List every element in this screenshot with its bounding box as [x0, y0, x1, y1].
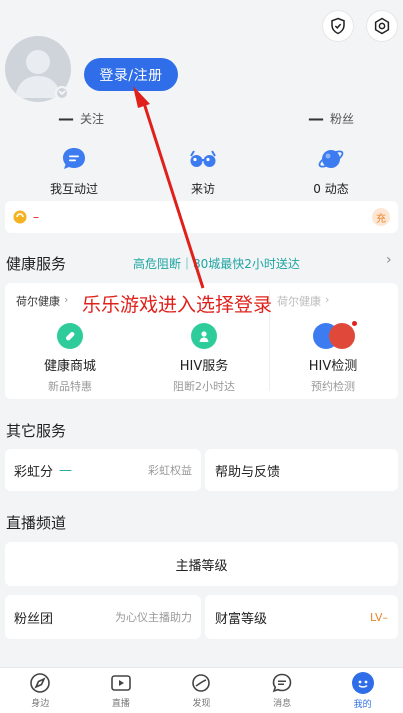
tab-live[interactable]: 直播	[81, 668, 162, 713]
tab-messages-label: 消息	[273, 699, 292, 709]
profile-icon	[351, 672, 374, 694]
planet-icon	[192, 674, 211, 692]
tab-nearby-label: 身边	[31, 699, 50, 709]
video-icon	[111, 675, 131, 691]
tab-me-label: 我的	[353, 700, 372, 710]
tab-nearby[interactable]: 身边	[0, 668, 81, 713]
tab-discover-label: 发现	[192, 699, 211, 709]
annotation-arrow	[133, 86, 205, 289]
tab-me[interactable]: 我的	[322, 668, 403, 713]
tab-live-label: 直播	[111, 699, 130, 709]
bottom-tab-bar: 身边 直播 发现 消息 我的	[0, 667, 403, 713]
annotation-text: 乐乐游戏进入选择登录	[82, 294, 273, 316]
compass-icon	[30, 673, 51, 693]
tab-messages[interactable]: 消息	[242, 668, 323, 713]
tab-discover[interactable]: 发现	[161, 668, 242, 713]
message-icon	[272, 673, 292, 693]
